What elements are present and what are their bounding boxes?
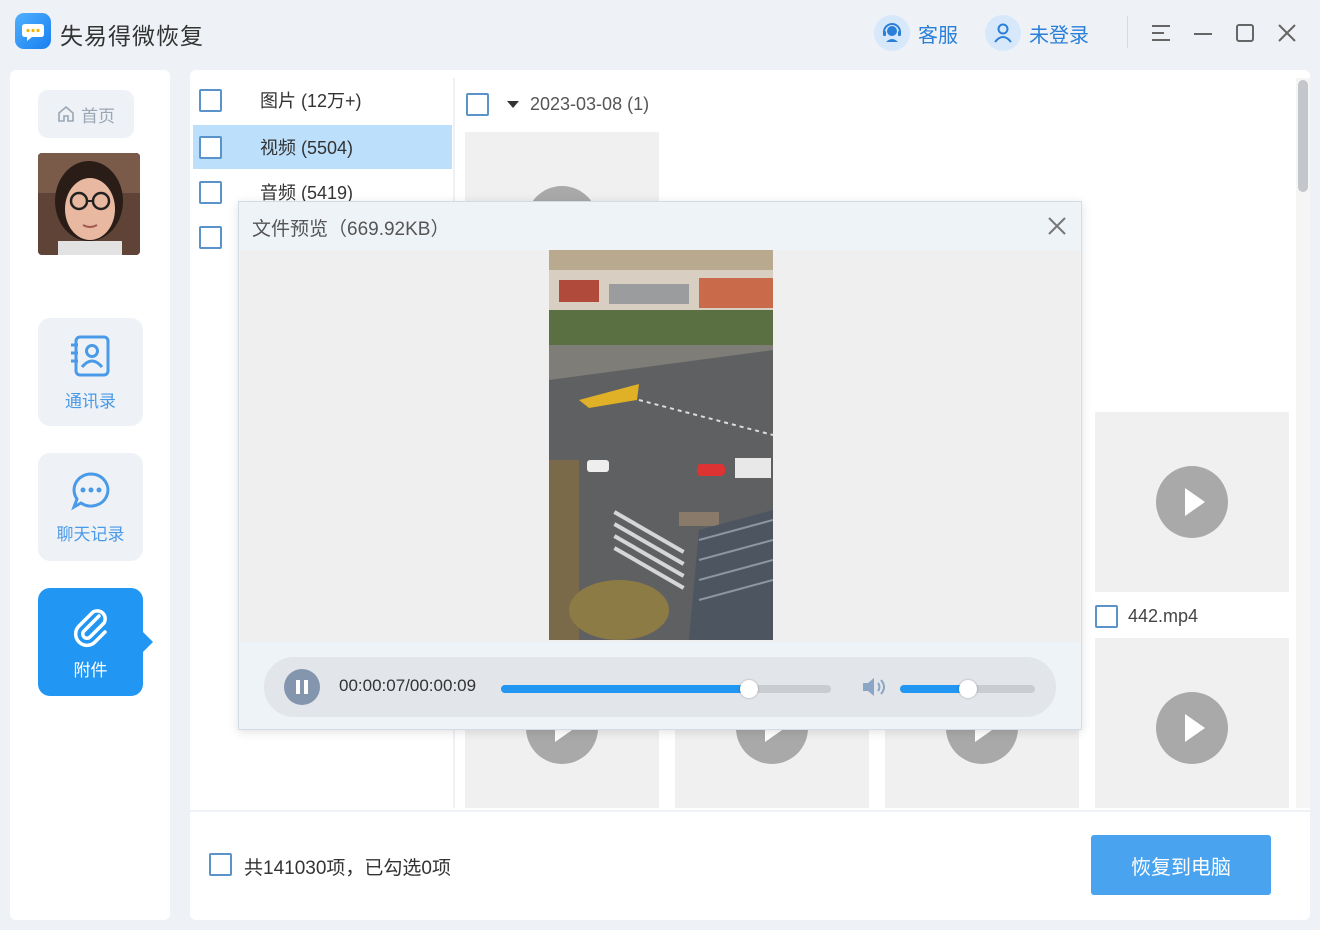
dialog-close-icon[interactable] bbox=[1045, 214, 1069, 238]
contacts-icon bbox=[70, 335, 109, 376]
player-controls: 00:00:07/00:00:09 bbox=[264, 657, 1056, 717]
volume-icon[interactable] bbox=[860, 674, 888, 700]
select-all-checkbox[interactable] bbox=[209, 853, 232, 876]
user-icon bbox=[985, 15, 1021, 51]
headset-icon bbox=[874, 15, 910, 51]
vertical-scrollbar[interactable] bbox=[1296, 78, 1310, 808]
progress-slider[interactable] bbox=[501, 680, 831, 698]
video-frame bbox=[549, 250, 773, 640]
play-icon bbox=[1156, 692, 1228, 764]
home-label: 首页 bbox=[81, 106, 115, 126]
scrollbar-thumb[interactable] bbox=[1298, 80, 1308, 192]
avatar bbox=[38, 153, 140, 255]
paperclip-icon bbox=[73, 608, 107, 647]
sidebar-item-label: 通讯录 bbox=[65, 391, 116, 411]
category-label: 图片 (12万+) bbox=[260, 91, 362, 111]
recover-to-pc-button[interactable]: 恢复到电脑 bbox=[1091, 835, 1271, 895]
sidebar-item-contacts[interactable]: 通讯录 bbox=[38, 318, 143, 426]
close-icon[interactable] bbox=[1274, 20, 1300, 46]
playback-time: 00:00:07/00:00:09 bbox=[339, 676, 477, 695]
sidebar: 首页 通讯录 聊天记录 附件 bbox=[10, 70, 170, 920]
video-thumbnail[interactable] bbox=[1095, 412, 1289, 592]
sidebar-item-label: 附件 bbox=[73, 660, 108, 680]
menu-icon[interactable] bbox=[1148, 20, 1174, 46]
volume-fill bbox=[900, 685, 968, 693]
category-checkbox[interactable] bbox=[199, 225, 222, 249]
dialog-title: 文件预览（669.92KB） bbox=[252, 219, 450, 240]
sidebar-item-chat[interactable]: 聊天记录 bbox=[38, 453, 143, 561]
progress-fill bbox=[501, 685, 749, 693]
video-player[interactable] bbox=[240, 250, 1080, 642]
progress-handle[interactable] bbox=[740, 680, 758, 698]
category-checkbox[interactable] bbox=[199, 88, 222, 112]
volume-slider[interactable] bbox=[900, 680, 1035, 698]
chat-icon bbox=[70, 471, 109, 510]
selection-summary: 共141030项，已勾选0项 bbox=[244, 858, 451, 879]
maximize-icon[interactable] bbox=[1232, 20, 1258, 46]
home-button[interactable]: 首页 bbox=[38, 90, 134, 138]
volume-handle[interactable] bbox=[959, 680, 977, 698]
sidebar-item-label: 聊天记录 bbox=[56, 524, 125, 544]
sidebar-item-attachments[interactable]: 附件 bbox=[38, 588, 153, 696]
file-checkbox[interactable] bbox=[1095, 605, 1118, 628]
footer-bar: 共141030项，已勾选0项 恢复到电脑 bbox=[190, 810, 1310, 920]
category-item-videos[interactable]: 视频 (5504) bbox=[193, 125, 452, 169]
app-title: 失易得微恢复 bbox=[60, 23, 204, 49]
category-label: 视频 (5504) bbox=[260, 138, 354, 158]
title-bar: 失易得微恢复 客服 未登录 bbox=[0, 0, 1320, 66]
category-checkbox[interactable] bbox=[199, 135, 222, 159]
minimize-icon[interactable] bbox=[1190, 20, 1216, 46]
category-item-images[interactable]: 图片 (12万+) bbox=[193, 78, 452, 122]
file-preview-dialog: 文件预览（669.92KB） 00:00:07/00:00:09 bbox=[238, 201, 1082, 730]
date-group-label: 2023-03-08 (1) bbox=[530, 93, 650, 114]
caret-down-icon[interactable] bbox=[507, 100, 519, 108]
date-group-header[interactable]: 2023-03-08 (1) bbox=[458, 78, 1296, 130]
category-checkbox[interactable] bbox=[199, 180, 222, 204]
pause-icon[interactable] bbox=[284, 669, 320, 705]
video-thumbnail[interactable] bbox=[1095, 638, 1289, 808]
customer-service-label: 客服 bbox=[918, 24, 958, 47]
file-name-row: 442.mp4 bbox=[1095, 605, 1198, 628]
customer-service-button[interactable]: 客服 bbox=[874, 15, 958, 51]
login-button[interactable]: 未登录 bbox=[985, 15, 1089, 51]
file-name: 442.mp4 bbox=[1128, 606, 1199, 626]
login-label: 未登录 bbox=[1029, 24, 1089, 47]
app-logo-icon bbox=[15, 13, 51, 49]
date-group-checkbox[interactable] bbox=[466, 92, 489, 116]
home-icon bbox=[58, 105, 74, 122]
play-icon bbox=[1156, 466, 1228, 538]
titlebar-divider bbox=[1127, 16, 1128, 48]
